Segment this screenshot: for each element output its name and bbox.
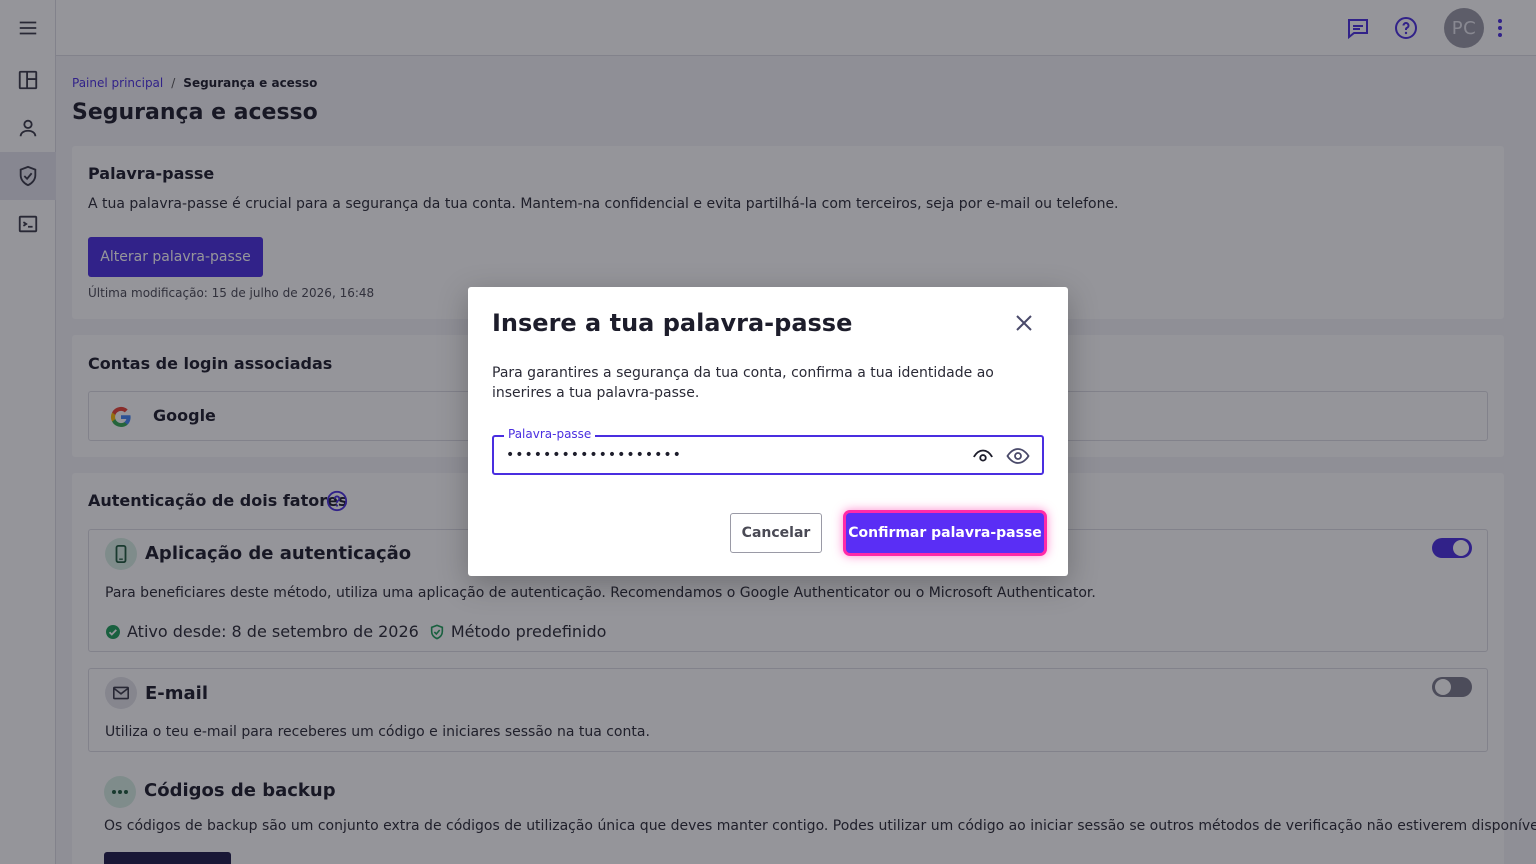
close-button[interactable] — [1012, 311, 1036, 335]
password-field: Palavra-passe — [492, 427, 1044, 475]
dialog-title: Insere a tua palavra-passe — [492, 309, 853, 337]
show-password-icon[interactable] — [1006, 444, 1030, 468]
cancel-button[interactable]: Cancelar — [730, 513, 822, 553]
peek-icon[interactable] — [972, 445, 994, 467]
password-field-label: Palavra-passe — [504, 427, 596, 441]
password-input[interactable] — [506, 443, 946, 467]
close-icon — [1016, 315, 1032, 331]
password-dialog: Insere a tua palavra-passe Para garantir… — [468, 287, 1068, 576]
confirm-password-button[interactable]: Confirmar palavra-passe — [846, 513, 1044, 553]
dialog-description: Para garantires a segurança da tua conta… — [492, 365, 994, 401]
